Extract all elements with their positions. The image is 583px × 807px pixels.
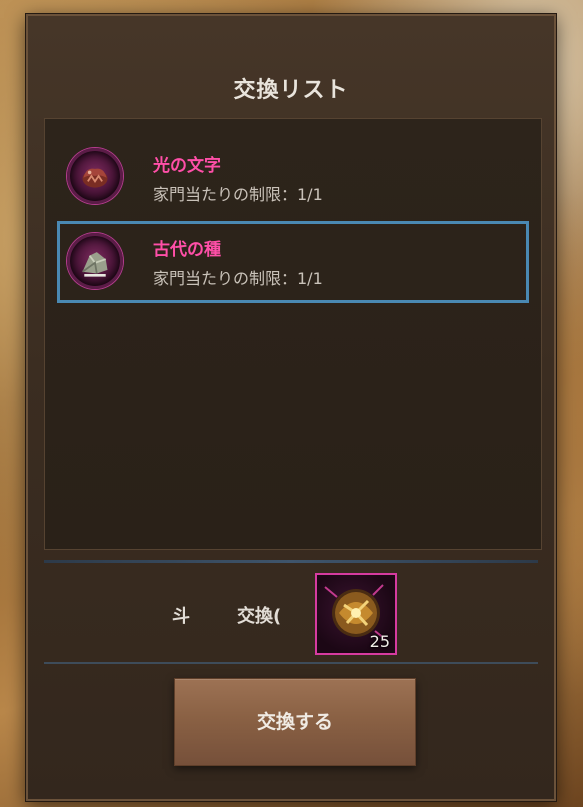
item-name: 光の文字 — [153, 156, 221, 176]
red-item-icon — [67, 148, 123, 204]
seed-item-icon — [67, 233, 123, 289]
item-limit: 家門当たりの制限：1/1 — [153, 269, 323, 288]
reward-count: 25 — [369, 632, 390, 651]
exchange-list-item-selected[interactable]: 古代の種 家門当たりの制限：1/1 — [57, 221, 529, 303]
materials-label: 斗 — [172, 606, 190, 627]
reward-item-slot[interactable]: 25 — [315, 573, 397, 655]
item-limit: 家門当たりの制限：1/1 — [153, 185, 323, 204]
exchange-list: 光の文字 家門当たりの制限：1/1 古代の種 家門当たりの制限：1/1 — [44, 118, 542, 550]
dialog-title: 交換リスト — [233, 78, 349, 103]
exchange-label: 交換( — [237, 606, 282, 627]
section-divider — [44, 662, 538, 664]
exchange-button[interactable]: 交換する — [174, 678, 416, 766]
section-divider — [44, 560, 538, 563]
item-name: 古代の種 — [153, 240, 221, 260]
exchange-list-item[interactable]: 光の文字 家門当たりの制限：1/1 — [57, 137, 529, 217]
